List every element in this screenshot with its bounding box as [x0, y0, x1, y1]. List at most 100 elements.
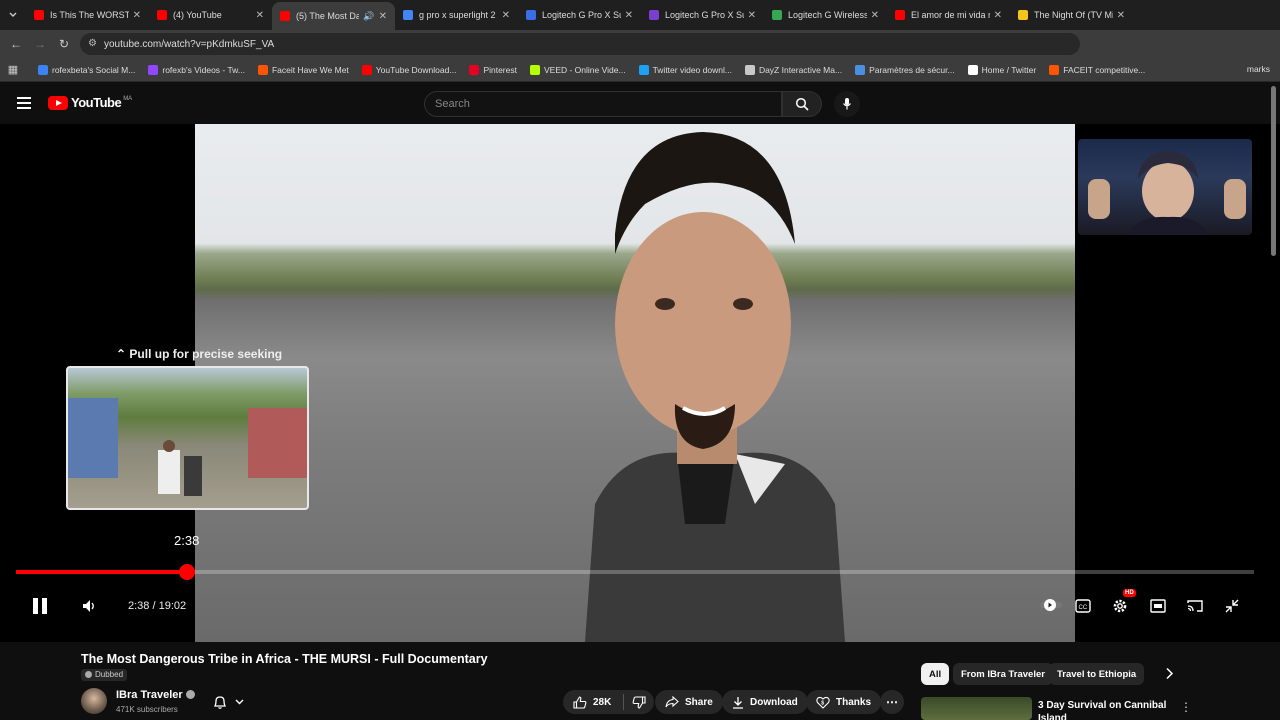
download-icon	[733, 696, 743, 709]
tab-favicon	[1018, 10, 1028, 20]
recommended-more-icon[interactable]: ⋮	[1180, 700, 1192, 714]
filter-chip[interactable]: All	[921, 663, 950, 685]
autoplay-toggle[interactable]	[1040, 599, 1062, 611]
search-button[interactable]	[782, 91, 822, 117]
share-icon	[665, 696, 679, 708]
subtitles-icon: CC	[1075, 599, 1091, 613]
url-text: youtube.com/watch?v=pKdmkuSF_VA	[104, 38, 275, 50]
bookmark-item[interactable]: Faceit Have We Met	[257, 64, 349, 75]
browser-tab[interactable]: The Night Of (TV Mi ✕	[1010, 0, 1133, 30]
autoplay-icon	[1040, 599, 1062, 611]
tab-search-button[interactable]	[0, 0, 26, 30]
bookmark-favicon	[1049, 64, 1060, 75]
download-button[interactable]: Download	[722, 690, 808, 714]
like-dislike-group: 28K	[563, 690, 655, 714]
subtitles-button[interactable]: CC	[1075, 599, 1091, 613]
tab-favicon	[772, 10, 782, 20]
tab-title: El amor de mi vida m	[911, 10, 990, 20]
filter-chip[interactable]: From IBra Traveler	[953, 663, 1053, 685]
close-tab-icon[interactable]: ✕	[256, 10, 264, 21]
seek-preview-thumbnail	[66, 366, 309, 510]
filter-chip[interactable]: Travel to Ethiopia	[1049, 663, 1145, 685]
site-info-icon[interactable]: ⚙	[88, 38, 97, 49]
webcam-person-icon	[1088, 151, 1246, 235]
more-actions-button[interactable]: ⋯	[880, 690, 904, 714]
bookmark-label: Pinterest	[483, 64, 517, 75]
bookmark-item[interactable]: VEED - Online Vide...	[529, 64, 626, 75]
channel-name[interactable]: IBra Traveler	[116, 689, 195, 701]
bookmark-favicon	[638, 64, 649, 75]
back-button[interactable]: ←	[4, 37, 28, 51]
page-scrollbar[interactable]	[1271, 86, 1276, 256]
fullscreen-exit-button[interactable]	[1225, 599, 1239, 613]
share-button[interactable]: Share	[655, 690, 723, 714]
search-input[interactable]: Search	[424, 91, 782, 117]
browser-tab[interactable]: Logitech G Pro X Sup ✕	[518, 0, 641, 30]
logo-text: YouTube	[71, 95, 122, 110]
voice-search-button[interactable]	[834, 91, 860, 117]
bookmark-item[interactable]: Twitter video downl...	[638, 64, 732, 75]
dubbed-icon	[85, 671, 92, 678]
apps-grid-icon[interactable]: ▦	[0, 63, 26, 76]
address-bar[interactable]: ⚙ youtube.com/watch?v=pKdmkuSF_VA	[80, 33, 1080, 55]
youtube-header: YouTube MA Search	[0, 83, 1280, 124]
browser-tab[interactable]: g pro x superlight 2 m ✕	[395, 0, 518, 30]
share-label: Share	[685, 696, 713, 708]
close-tab-icon[interactable]: ✕	[748, 10, 756, 21]
menu-icon[interactable]	[17, 97, 31, 112]
browser-tab[interactable]: (5) The Most Dan 🔊 ✕	[272, 2, 395, 30]
close-tab-icon[interactable]: ✕	[871, 10, 879, 21]
cast-button[interactable]	[1187, 599, 1203, 613]
notification-bell-button[interactable]	[202, 690, 254, 714]
volume-button[interactable]	[82, 599, 96, 613]
bookmark-favicon	[529, 64, 540, 75]
bookmark-item[interactable]: YouTube Download...	[361, 64, 456, 75]
all-bookmarks-button[interactable]: marks	[1247, 64, 1270, 74]
forward-button[interactable]: →	[28, 37, 52, 51]
like-button[interactable]: 28K	[573, 695, 611, 709]
close-tab-icon[interactable]: ✕	[133, 10, 141, 21]
pause-button[interactable]	[32, 597, 48, 615]
dislike-button[interactable]	[632, 695, 646, 709]
speaker-icon[interactable]: 🔊	[363, 11, 374, 22]
bell-icon	[213, 695, 226, 709]
browser-tab[interactable]: (4) YouTube ✕	[149, 0, 272, 30]
thanks-button[interactable]: $ Thanks	[806, 690, 882, 714]
download-label: Download	[750, 696, 798, 708]
tab-favicon	[157, 10, 167, 20]
chips-next-button[interactable]	[1165, 667, 1174, 685]
bookmark-item[interactable]: Pinterest	[469, 64, 517, 75]
country-code: MA	[123, 95, 133, 102]
bookmark-label: DayZ Interactive Ma...	[758, 64, 843, 75]
video-player[interactable]: ⌃ Pull up for precise seeking 2:38 2:38 …	[0, 124, 1280, 642]
bookmark-item[interactable]: FACEIT competitive...	[1049, 64, 1145, 75]
miniplayer-button[interactable]	[1150, 599, 1166, 613]
bookmark-item[interactable]: DayZ Interactive Ma...	[744, 64, 843, 75]
close-tab-icon[interactable]: ✕	[502, 10, 510, 21]
youtube-logo[interactable]: YouTube MA	[48, 95, 132, 110]
close-tab-icon[interactable]: ✕	[994, 10, 1002, 21]
bookmark-item[interactable]: rofexbeta's Social M...	[38, 64, 135, 75]
video-frame[interactable]	[195, 124, 1075, 642]
recommended-thumbnail[interactable]	[921, 697, 1032, 720]
browser-tab[interactable]: Is This The WORST M ✕	[26, 0, 149, 30]
browser-tab[interactable]: Logitech G Pro X Sup ✕	[641, 0, 764, 30]
browser-tab[interactable]: El amor de mi vida m ✕	[887, 0, 1010, 30]
bookmark-item[interactable]: Paramètres de sécur...	[855, 64, 955, 75]
streamer-webcam	[1078, 139, 1252, 235]
tab-title: g pro x superlight 2 m	[419, 10, 498, 20]
close-tab-icon[interactable]: ✕	[1117, 10, 1125, 21]
bookmark-item[interactable]: rofexb's Videos - Tw...	[148, 64, 245, 75]
close-tab-icon[interactable]: ✕	[379, 11, 387, 22]
browser-tab[interactable]: Logitech G Wireless ✕	[764, 0, 887, 30]
channel-avatar[interactable]	[81, 688, 107, 714]
settings-button[interactable]: HD	[1112, 589, 1136, 614]
tab-title: (4) YouTube	[173, 10, 222, 20]
scrubber-handle[interactable]	[178, 564, 195, 580]
progress-bar[interactable]	[16, 564, 1254, 580]
reload-button[interactable]: ↻	[52, 37, 76, 51]
close-tab-icon[interactable]: ✕	[625, 10, 633, 21]
recommended-title[interactable]: 3 Day Survival on Cannibal Island	[1038, 699, 1168, 720]
chevron-up-icon: ⌃	[116, 347, 127, 361]
bookmark-item[interactable]: Home / Twitter	[967, 64, 1036, 75]
